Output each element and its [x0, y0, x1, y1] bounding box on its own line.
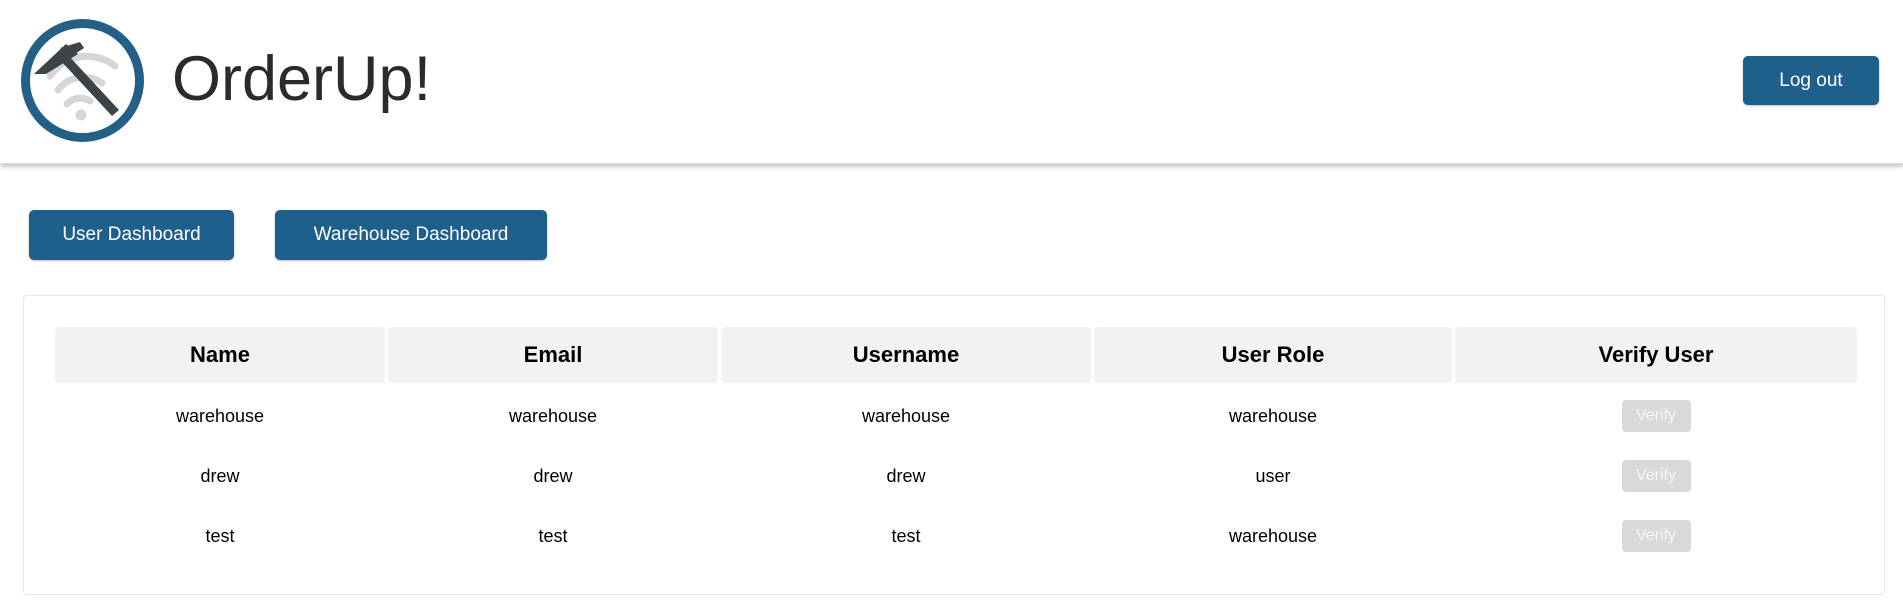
verify-button[interactable]: Verify [1621, 520, 1691, 552]
cell-username: test [891, 525, 921, 546]
cell-email: test [538, 525, 568, 546]
cell-username: drew [886, 465, 926, 486]
app-header: OrderUp! Log out [0, 0, 1903, 164]
cell-name: warehouse [175, 405, 265, 426]
app-title: OrderUp! [172, 44, 432, 114]
cell-user-role: user [1255, 465, 1291, 486]
cell-email: drew [533, 465, 573, 486]
cell-user-role: warehouse [1228, 525, 1318, 546]
table-row: test test test warehouse Verify [24, 506, 1884, 566]
column-header-username: Username [721, 327, 1091, 383]
column-header-email: Email [388, 327, 718, 383]
verify-button[interactable]: Verify [1621, 460, 1691, 492]
user-dashboard-button[interactable]: User Dashboard [29, 210, 234, 260]
cell-email: warehouse [508, 405, 598, 426]
warehouse-dashboard-button[interactable]: Warehouse Dashboard [275, 210, 547, 260]
column-header-name: Name [55, 327, 385, 383]
cell-user-role: warehouse [1228, 405, 1318, 426]
column-header-verify-user: Verify User [1455, 327, 1857, 383]
verify-button[interactable]: Verify [1621, 400, 1691, 432]
cell-name: test [205, 525, 235, 546]
hammer-wifi-logo-icon [21, 19, 144, 142]
users-table-card: Name Email Username User Role Verify Use… [23, 295, 1885, 595]
column-header-user-role: User Role [1094, 327, 1452, 383]
table-row: warehouse warehouse warehouse warehouse … [24, 386, 1884, 446]
cell-name: drew [200, 465, 240, 486]
cell-verify: Verify [1455, 386, 1857, 446]
cell-username: warehouse [861, 405, 951, 426]
cell-verify: Verify [1455, 446, 1857, 506]
logout-button[interactable]: Log out [1743, 56, 1879, 105]
table-row: drew drew drew user Verify [24, 446, 1884, 506]
cell-verify: Verify [1455, 506, 1857, 566]
